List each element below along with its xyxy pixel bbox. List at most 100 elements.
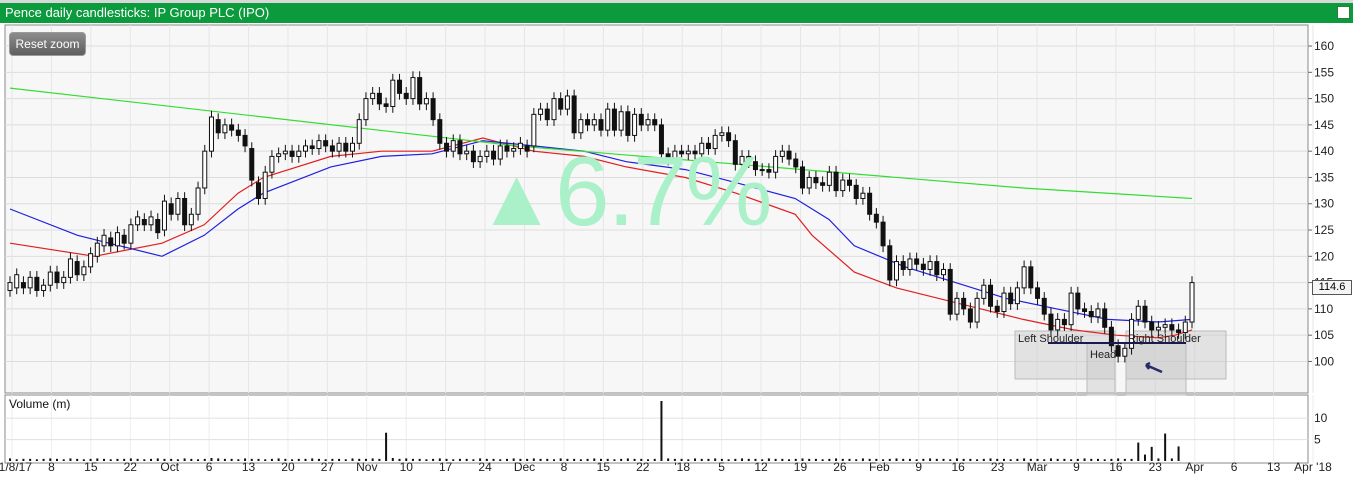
volume-bar xyxy=(552,459,555,461)
candle-body xyxy=(329,145,335,152)
candle-body xyxy=(719,132,725,136)
volume-bar xyxy=(385,432,388,461)
candle-body xyxy=(941,268,947,276)
volume-bar xyxy=(217,458,220,461)
volume-bar xyxy=(150,458,153,461)
volume-bar xyxy=(1143,454,1146,461)
candle xyxy=(1068,286,1074,331)
candle xyxy=(417,71,423,111)
candle-body xyxy=(444,142,450,152)
up-triangle-icon: ▲ xyxy=(476,152,557,243)
volume-bar xyxy=(1164,433,1167,461)
volume-bar xyxy=(1096,458,1099,461)
candle-body xyxy=(1135,305,1141,320)
volume-bar xyxy=(626,458,629,461)
candle-body xyxy=(14,274,20,289)
volume-bar xyxy=(317,458,320,461)
volume-bar xyxy=(378,458,381,461)
volume-bar xyxy=(1063,458,1066,461)
candle-body xyxy=(128,224,134,244)
candle-body xyxy=(920,263,926,270)
candle-body xyxy=(141,219,147,226)
candle-body xyxy=(195,187,201,215)
volume-bar xyxy=(1130,458,1133,461)
candle-body xyxy=(558,98,564,110)
candle-body xyxy=(793,158,799,168)
candle-body xyxy=(1075,292,1081,310)
candle-body xyxy=(74,261,80,276)
candlestick-chart[interactable]: 100105110115120125130135140145150155160 … xyxy=(0,23,1353,481)
candle-body xyxy=(1001,292,1007,313)
volume-bar xyxy=(183,458,186,461)
candle-body xyxy=(175,197,181,215)
candle-body xyxy=(840,179,846,192)
volume-bar xyxy=(425,459,428,461)
volume-bar xyxy=(828,458,831,461)
volume-bar xyxy=(714,458,717,461)
volume-bar xyxy=(1056,458,1059,461)
candle-body xyxy=(67,258,73,278)
candle-body xyxy=(1041,297,1047,315)
volume-bar xyxy=(197,459,200,461)
volume-bar xyxy=(808,458,811,461)
volume-bar xyxy=(143,459,146,461)
volume-panel-label: Volume (m) xyxy=(9,397,71,411)
candle-body xyxy=(1182,321,1188,334)
volume-bar xyxy=(942,458,945,461)
volume-bar xyxy=(1103,459,1106,461)
candle-body xyxy=(853,184,859,199)
x-tick-label: 6 xyxy=(1231,460,1238,474)
window-title: Pence daily candlesticks: IP Group PLC (… xyxy=(5,5,270,20)
volume-bar xyxy=(579,459,582,461)
volume-bar xyxy=(1016,458,1019,461)
x-tick-label: 17 xyxy=(439,460,453,474)
volume-bar xyxy=(116,458,119,461)
candle-body xyxy=(833,171,839,192)
volume-bar xyxy=(1049,458,1052,461)
candle-body xyxy=(255,182,261,199)
candle xyxy=(182,192,188,232)
x-tick-label: 12 xyxy=(754,460,768,474)
last-price-tag: 114.6 xyxy=(1312,280,1352,295)
y-tick-label: 110 xyxy=(1314,302,1333,316)
y-tick-label: 120 xyxy=(1314,249,1334,263)
volume-bar xyxy=(35,459,38,461)
x-tick-label: 13 xyxy=(242,460,256,474)
x-tick-label: 5 xyxy=(718,460,725,474)
volume-bar xyxy=(344,459,347,461)
candle xyxy=(887,239,893,287)
maximize-icon[interactable] xyxy=(1337,6,1350,19)
volume-bar xyxy=(774,458,777,461)
candle-body xyxy=(336,142,342,152)
volume-bar xyxy=(76,458,79,461)
candle-body xyxy=(81,266,87,276)
volume-bar xyxy=(1170,458,1173,461)
candle-body xyxy=(988,284,994,307)
x-tick-label: 19 xyxy=(794,460,808,474)
candle-body xyxy=(350,142,356,152)
candle-body xyxy=(282,150,288,155)
volume-bar xyxy=(727,459,730,461)
candle-body xyxy=(108,237,114,247)
candle-body xyxy=(464,150,470,155)
volume-bar xyxy=(700,458,703,461)
change-percent-label: ▲6.7% xyxy=(476,142,773,243)
volume-bar xyxy=(976,459,979,461)
x-tick-label: Apr '18 xyxy=(1294,460,1332,474)
candle-body xyxy=(954,297,960,315)
candle-body xyxy=(363,98,369,121)
candle-body xyxy=(27,276,33,289)
volume-bar xyxy=(458,458,461,461)
candle xyxy=(195,181,201,221)
x-tick-label: Nov xyxy=(356,460,377,474)
x-tick-label: 8 xyxy=(561,460,568,474)
volume-bar xyxy=(56,458,59,461)
volume-bar xyxy=(223,458,226,461)
volume-bar xyxy=(747,458,750,461)
candle-body xyxy=(645,119,651,126)
candle-body xyxy=(867,192,873,215)
reset-zoom-button[interactable]: Reset zoom xyxy=(9,32,86,56)
candle-body xyxy=(383,103,389,107)
candle-body xyxy=(1162,324,1168,328)
candle-body xyxy=(1095,308,1101,318)
